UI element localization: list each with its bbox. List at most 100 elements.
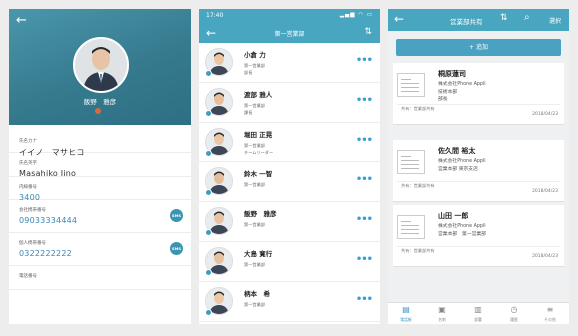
card-name: 桐原蓮司 [438, 70, 466, 78]
field-value[interactable]: 0322222222 [19, 249, 181, 258]
sms-button[interactable]: SMS [170, 209, 183, 222]
card-company: 株式会社Phone Appli 技術本部 部長 [438, 81, 486, 104]
divider [397, 104, 560, 105]
member-name: 渡部 雅人 [244, 90, 273, 99]
member-detail: 第一営業部 [244, 261, 265, 268]
tab-clock[interactable]: ◷ 履歴 [496, 305, 532, 323]
more-icon[interactable]: ••• [356, 135, 373, 146]
sort-icon[interactable]: ⇅ [500, 13, 508, 23]
member-dept: 第一営業部 [244, 222, 265, 228]
member-dept: 第一営業部 [244, 301, 265, 307]
card-share: 共有：営業部共有 [401, 106, 435, 111]
member-dept: 第一営業部 [244, 182, 265, 188]
divider [397, 181, 560, 182]
profile-field: 内線番号 3400 [9, 177, 191, 202]
member-name: 小倉 力 [244, 51, 266, 59]
member-dept: 第一営業部 [244, 102, 265, 108]
list-item[interactable]: 大島 寛行 第一営業部 ••• [199, 242, 380, 282]
shared-cards-screen: ← 営業部共有 ⇅ ⌕ 選択 + 追加 桐原蓮司株式会社Phone Appli 技… [388, 9, 569, 324]
card-dept: 技術本部 [438, 89, 458, 95]
tab-contacts[interactable]: ▤ 電話帳 [388, 305, 424, 323]
list-item[interactable]: 小倉 力第一営業部 部長 ••• [199, 43, 380, 83]
member-role: 課長 [244, 109, 253, 115]
member-detail: 第一営業部 [244, 221, 265, 228]
card-share: 共有：営業部共有 [401, 183, 435, 188]
member-role: 部長 [244, 70, 253, 75]
sms-button[interactable]: SMS [170, 242, 183, 255]
member-list: 小倉 力第一営業部 部長 ••• 渡部 雅人 第一営業部 課長 ••• 堀田 正晃 第一営業部チ… [199, 43, 380, 322]
status-dot [95, 108, 101, 114]
location-pin-icon [205, 70, 212, 77]
more-icon[interactable]: ••• [356, 254, 373, 265]
tab-building[interactable]: ▥ 部署 [460, 305, 496, 323]
contacts-icon: ▤ [402, 305, 410, 314]
tab-label: 名刺 [438, 317, 446, 322]
tab-label: 電話帳 [400, 317, 412, 322]
sort-icon[interactable]: ⇅ [364, 27, 372, 37]
member-name: 堀田 正晃 [244, 130, 273, 139]
member-detail: 第一営業部 チームリーダー [244, 142, 273, 156]
list-item[interactable]: 柄本 希第一営業部 ••• [199, 282, 380, 322]
member-list-screen: 17:40 ▂▄▆ ◠ ▭ ← 第一営業部 ⇅ 小倉 力第一営業部 部長 ••• 渡部… [199, 9, 380, 324]
avatar [73, 37, 129, 93]
card-thumbnail [397, 150, 425, 174]
profile-name: 飯野 雅彦 [83, 98, 117, 106]
business-card-item[interactable]: 桐原蓮司 株式会社Phone Appli 技術本部 部長 共有：営業部共有 2018/04… [393, 63, 564, 125]
list-item[interactable]: 鈴木 一智 第一営業部 ••• [199, 162, 380, 203]
tab-label: その他 [544, 317, 556, 322]
card-date: 2018/04/23 [532, 112, 558, 117]
member-detail: 第一営業部 [244, 301, 265, 308]
card-company-name: 株式会社Phone Appli [438, 82, 486, 87]
select-button[interactable]: 選択 [549, 16, 561, 25]
field-value[interactable]: 09033334444 [19, 216, 181, 225]
list-item[interactable]: 渡部 雅人第一営業部 課長 ••• [199, 83, 380, 123]
search-icon[interactable]: ⌕ [524, 12, 530, 23]
page-title: 第一営業部 [274, 31, 305, 38]
member-dept: 第一営業部 [244, 261, 265, 267]
profile-field: 氏名カナ イイノ マサヒコ [9, 125, 191, 157]
member-detail: 第一営業部 [244, 181, 265, 188]
arrow-left-icon[interactable]: ← [394, 12, 404, 26]
business-card-item[interactable]: 佐久間 裕太 株式会社Phone Appli 営業本部 東京支店 共有：営業部共有 20… [393, 140, 564, 202]
page-title: 営業部共有 [450, 18, 483, 26]
card-company-name: 株式会社Phone Appli [438, 159, 486, 164]
location-pin-icon [205, 229, 212, 237]
card-thumbnail [397, 73, 425, 97]
status-icons: ▂▄▆ ◠ ▭ [339, 12, 373, 18]
member-header: ← 第一営業部 ⇅ [199, 23, 380, 43]
card-company: 株式会社Phone Appli 営業本部 東京支店 [438, 158, 486, 173]
location-pin-icon [205, 189, 212, 197]
business-card-item[interactable]: 山田 一郎 株式会社Phone Appli 営業本部 第一営業部 共有：営業部共有 20… [393, 205, 564, 267]
status-time: 17:40 [206, 12, 224, 19]
member-role: チームリーダー [244, 149, 274, 155]
more-icon[interactable]: ••• [356, 55, 373, 66]
location-pin-icon [205, 109, 212, 117]
clock-icon: ◷ [510, 305, 518, 314]
card-dept: 営業本部 第一営業部 [438, 231, 486, 237]
card-dept: 営業本部 東京支店 [438, 166, 478, 172]
list-item[interactable]: 堀田 正晃第一営業部 チームリーダー ••• [199, 123, 380, 163]
field-label: 氏名英字 [19, 161, 37, 166]
shared-header: ← 営業部共有 ⇅ ⌕ 選択 [388, 9, 569, 31]
profile-header: ← 飯野 雅彦 [9, 9, 191, 125]
profile-field: 氏名英字 Masahiko Iino [9, 153, 191, 178]
member-dept: 第一営業部 [244, 142, 265, 148]
tab-menu[interactable]: ≡ その他 [532, 305, 568, 323]
status-bar: 17:40 ▂▄▆ ◠ ▭ [199, 9, 380, 23]
more-icon[interactable]: ••• [356, 95, 373, 106]
more-icon[interactable]: ••• [356, 174, 373, 185]
more-icon[interactable]: ••• [356, 294, 373, 305]
member-name: 飯野 雅彦 [244, 210, 277, 219]
bottom-tab-bar: ▤ 電話帳 ▣ 名刺 ▥ 部署 ◷ 履歴 ≡ その他 [388, 302, 569, 324]
list-item[interactable]: 飯野 雅彦第一営業部 ••• [199, 202, 380, 242]
profile-screen: ← 飯野 雅彦 氏名カナ イイノ マサヒコ 氏名英字 Masahiko Iino 内線番… [9, 9, 191, 324]
card-name: 山田 一郎 [438, 212, 469, 220]
field-label: 会社携帯番号 [19, 208, 46, 213]
tab-business-card[interactable]: ▣ 名刺 [424, 305, 460, 323]
app-screens: ← 飯野 雅彦 氏名カナ イイノ マサヒコ 氏名英字 Masahiko Iino 内線番… [0, 0, 578, 336]
more-icon[interactable]: ••• [356, 214, 373, 225]
member-name: 柄本 希 [244, 289, 270, 298]
arrow-left-icon[interactable]: ← [16, 13, 27, 28]
building-icon: ▥ [474, 305, 482, 314]
add-button[interactable]: + 追加 [396, 39, 561, 56]
